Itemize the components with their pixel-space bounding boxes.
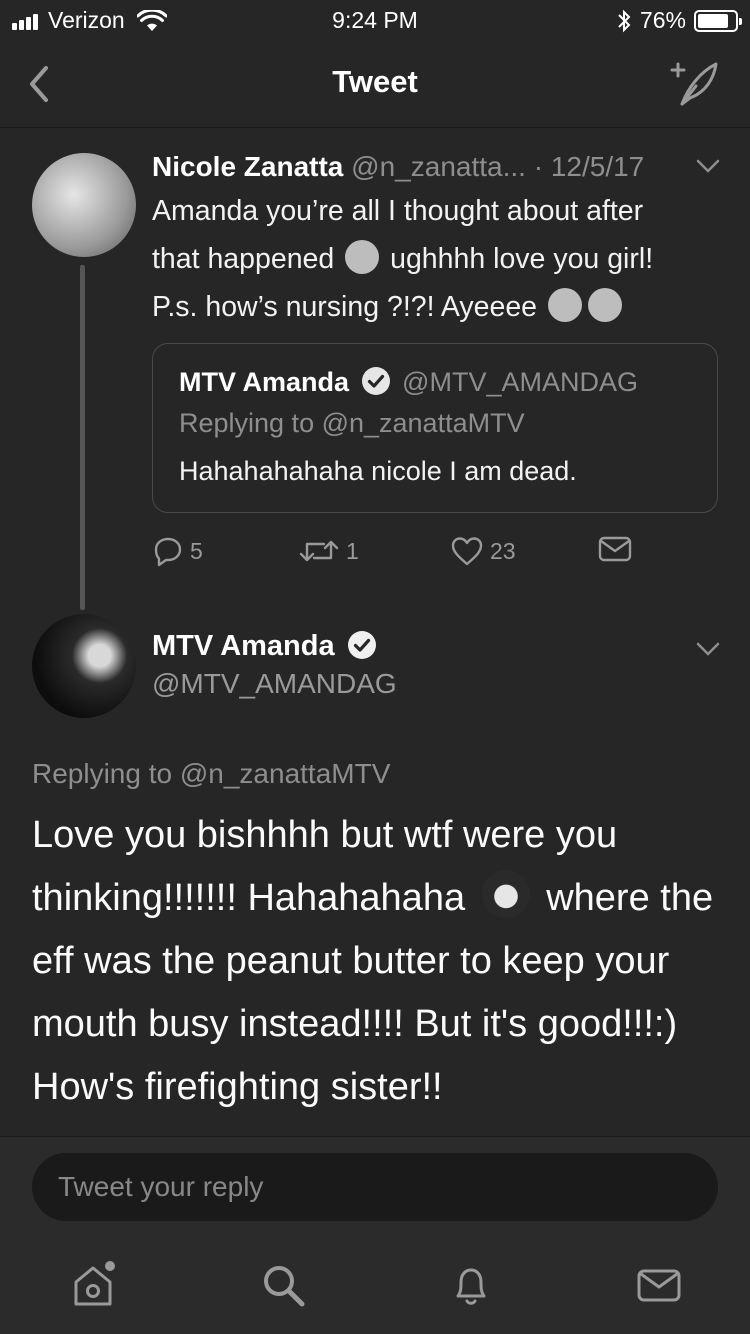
tweet-text-line: P.s. how’s nursing ?!?! Ayeeee <box>152 283 722 331</box>
author-name[interactable]: Nicole Zanatta <box>152 151 343 182</box>
thread-line <box>80 265 85 610</box>
tweet-text: Amanda you’re all I thought about after … <box>152 187 722 331</box>
share-button[interactable] <box>598 535 638 563</box>
tweet-text-line: that happened ughhhh love you girl! <box>152 235 722 283</box>
status-bar: Verizon 9:24 PM 76% <box>0 0 750 40</box>
like-button[interactable]: 23 <box>450 535 516 567</box>
avatar[interactable] <box>32 614 136 718</box>
heart-icon <box>451 537 483 566</box>
tweet-text-span: that happened <box>152 243 335 275</box>
quote-author-name: MTV Amanda <box>179 367 350 397</box>
retweet-icon <box>299 540 339 562</box>
quoted-tweet[interactable]: MTV Amanda @MTV_AMANDAG Replying to @n_z… <box>152 343 718 513</box>
quote-text: Hahahahahaha nicole I am dead. <box>179 456 577 486</box>
tweet-text-span: ughhhh love you girl! <box>390 243 654 275</box>
page-title: Tweet <box>332 64 418 99</box>
envelope-icon <box>598 536 632 562</box>
verified-badge-icon <box>347 631 376 659</box>
status-right: 76% <box>616 7 742 34</box>
tweet-actions: 5 1 23 <box>152 535 652 575</box>
tweet-header: Nicole Zanatta @n_zanatta... · 12/5/17 <box>152 151 732 183</box>
author-name: MTV Amanda <box>152 630 335 662</box>
notifications-icon[interactable] <box>446 1260 496 1310</box>
tweet-text-line: Amanda you’re all I thought about after <box>152 195 644 227</box>
reply-bar <box>0 1136 750 1236</box>
like-count: 23 <box>490 537 516 564</box>
retweet-count: 1 <box>346 537 359 564</box>
reply-icon <box>154 537 182 567</box>
messages-icon[interactable] <box>634 1260 684 1310</box>
author-handle: @n_zanatta... <box>351 151 526 182</box>
author-handle[interactable]: @MTV_AMANDAG <box>152 668 397 700</box>
quote-replying-to: Replying to @n_zanattaMTV <box>179 408 525 438</box>
tweet-text: Love you bishhhh but wtf were you thinki… <box>32 804 722 1119</box>
quote-header: MTV Amanda @MTV_AMANDAG <box>179 366 638 398</box>
hug-emoji-icon <box>547 288 582 322</box>
battery-percent: 76% <box>639 7 686 33</box>
hug-emoji-icon <box>587 288 622 322</box>
author-name-row[interactable]: MTV Amanda <box>152 630 381 663</box>
chevron-down-icon[interactable] <box>696 642 720 656</box>
tab-bar <box>0 1236 750 1334</box>
reply-button[interactable]: 5 <box>152 535 203 567</box>
reply-input[interactable] <box>32 1153 718 1221</box>
tweet-text-span: Love you bishhhh but wtf were you thinki… <box>32 814 618 919</box>
battery-icon <box>694 9 742 32</box>
bluetooth-icon <box>618 9 631 32</box>
reply-count: 5 <box>190 537 203 564</box>
replying-to[interactable]: Replying to @n_zanattaMTV <box>32 758 390 790</box>
woman-facepalm-emoji-icon <box>481 870 530 918</box>
compose-tweet-icon[interactable] <box>666 58 722 108</box>
rofl-emoji-icon <box>345 240 380 274</box>
nav-bar: Tweet <box>0 40 750 128</box>
home-icon[interactable] <box>68 1260 118 1310</box>
quote-author-handle: @MTV_AMANDAG <box>402 367 638 397</box>
tweet-date: · 12/5/17 <box>533 151 645 182</box>
tweet-text-span: P.s. how’s nursing ?!?! Ayeeee <box>152 291 538 323</box>
avatar[interactable] <box>32 153 136 257</box>
chevron-down-icon[interactable] <box>696 159 720 173</box>
search-icon[interactable] <box>258 1260 308 1310</box>
verified-badge-icon <box>361 367 390 395</box>
retweet-button[interactable]: 1 <box>298 535 359 567</box>
